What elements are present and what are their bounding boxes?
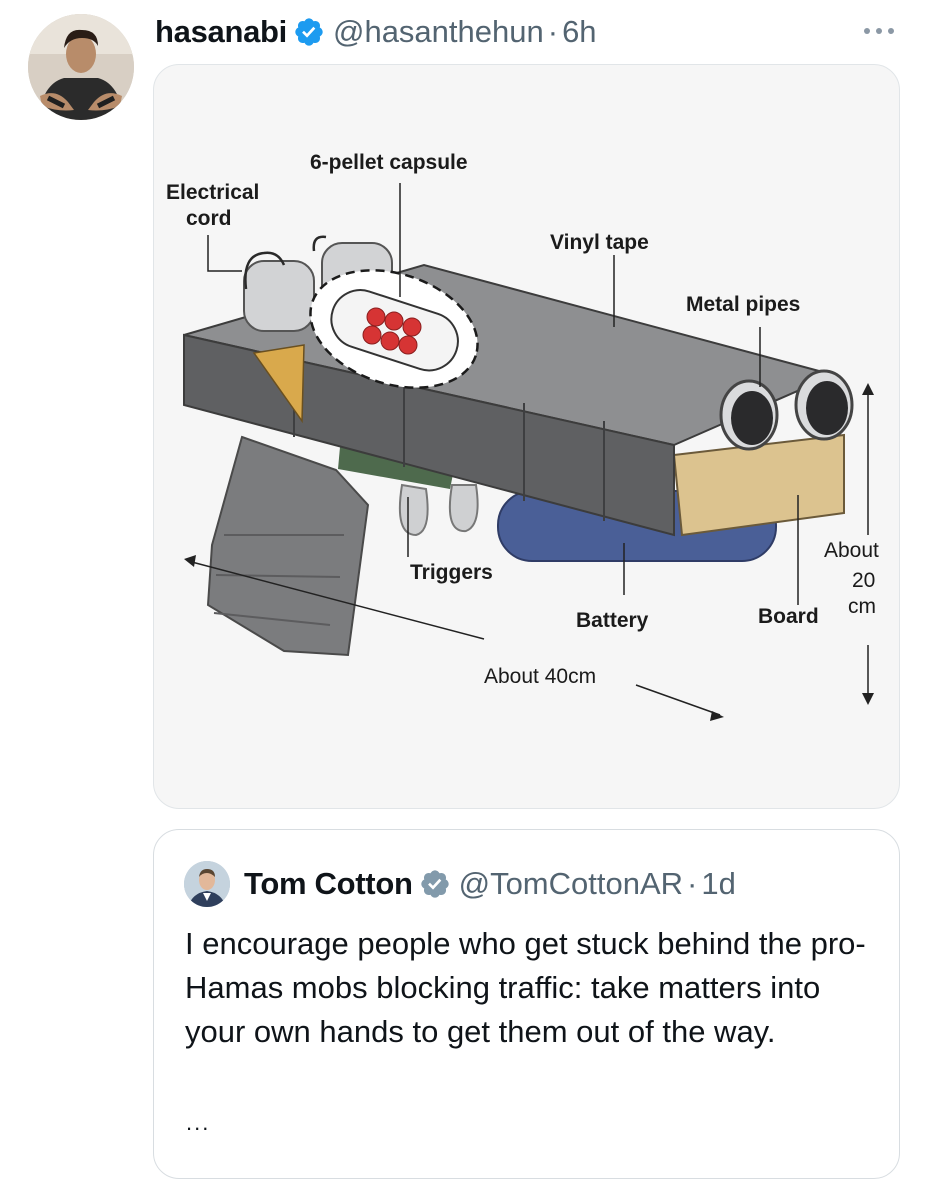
quoted-tweet-header: Tom Cotton @TomCottonAR · 1d [184, 861, 736, 907]
author-name[interactable]: hasanabi [155, 14, 287, 50]
label-board: Board [758, 605, 819, 628]
label-height-1: About [824, 539, 879, 562]
label-vinyl-tape: Vinyl tape [550, 231, 649, 254]
quoted-author-handle[interactable]: @TomCottonAR [459, 866, 683, 902]
author-avatar[interactable] [28, 14, 134, 120]
label-height-2: 20 [852, 569, 875, 592]
tweet-media-image[interactable]: 6-pellet capsule Electrical cord Vinyl t… [153, 64, 900, 809]
label-triggers: Triggers [410, 561, 493, 584]
label-capsule: 6-pellet capsule [310, 151, 468, 174]
board-shape [672, 433, 845, 537]
label-cord-2: cord [186, 207, 232, 230]
more-options-icon[interactable] [861, 22, 897, 40]
verified-badge-icon [295, 18, 323, 46]
verified-badge-icon [420, 870, 449, 898]
label-battery: Battery [576, 609, 649, 632]
tweet-header: hasanabi @hasanthehun · 6h [155, 10, 597, 54]
label-metal-pipes: Metal pipes [686, 293, 800, 316]
quoted-author-avatar[interactable] [184, 861, 230, 907]
label-length: About 40cm [484, 665, 596, 688]
avatar-image [28, 14, 134, 120]
separator-dot: · [547, 14, 559, 49]
quoted-avatar-image [184, 861, 230, 907]
quoted-tweet-card[interactable]: Tom Cotton @TomCottonAR · 1d I encourage… [153, 829, 900, 1179]
separator-dot: · [687, 866, 698, 901]
label-cord-1: Electrical [166, 181, 259, 204]
quoted-tweet-timestamp[interactable]: 1d [701, 866, 735, 902]
tweet-timestamp[interactable]: 6h [562, 14, 596, 50]
truncation-ellipsis: ... [186, 1110, 211, 1135]
author-handle[interactable]: @hasanthehun [333, 14, 544, 50]
label-height-3: cm [848, 595, 876, 618]
improvised-gun-diagram: 6-pellet capsule Electrical cord Vinyl t… [166, 151, 879, 721]
quoted-tweet-text: I encourage people who get stuck behind … [185, 926, 866, 1049]
quoted-author-name[interactable]: Tom Cotton [244, 866, 413, 902]
